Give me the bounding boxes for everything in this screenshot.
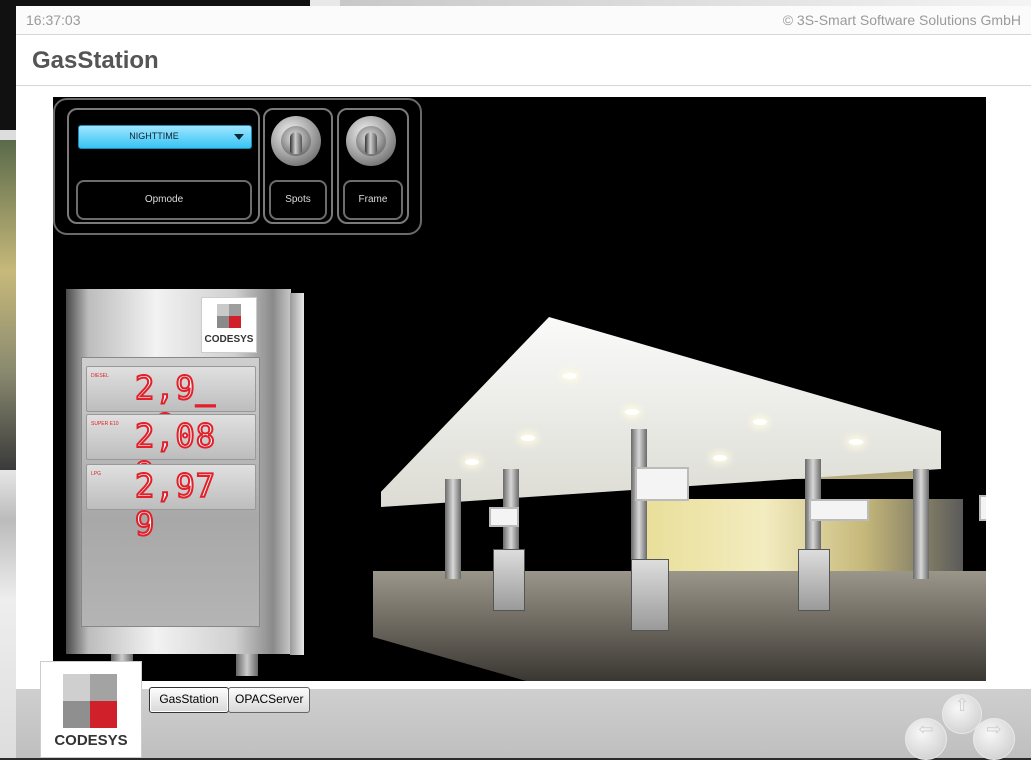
copyright-text: © 3S-Smart Software Solutions GmbH xyxy=(782,12,1021,28)
fuel-pump xyxy=(631,559,669,631)
canopy-light xyxy=(625,409,639,415)
page-title: GasStation xyxy=(32,47,159,74)
fuel-pump xyxy=(798,549,830,611)
scroll-left-button[interactable]: ⇦ xyxy=(905,718,947,760)
price-panel: DIESEL 2,9_ _8 SUPER E10 2,08 9 LPG 2,97… xyxy=(81,357,260,627)
toggle-lever-icon xyxy=(290,132,302,154)
price-sign-side xyxy=(290,293,304,655)
frame-toggle-switch[interactable] xyxy=(346,116,396,166)
sign-leg xyxy=(236,654,258,676)
fuel-name: DIESEL xyxy=(91,373,109,379)
title-bar: GasStation xyxy=(16,35,1031,86)
canopy-light xyxy=(753,419,767,425)
chevron-down-icon xyxy=(234,134,244,140)
pump-sign xyxy=(979,495,986,521)
canopy-light xyxy=(521,435,535,441)
background-window-image xyxy=(0,140,16,470)
frame-group: Frame xyxy=(337,108,409,224)
status-bar: 16:37:03 © 3S-Smart Software Solutions G… xyxy=(16,6,1031,35)
codesys-logo-text: CODESYS xyxy=(54,732,128,749)
canopy-pillar xyxy=(913,469,929,579)
opmode-selected-value: NIGHTTIME xyxy=(129,131,179,141)
arrow-right-icon: ⇨ xyxy=(986,719,1002,739)
spots-toggle-switch[interactable] xyxy=(271,116,321,166)
codesys-cube-icon xyxy=(63,674,117,728)
canopy-pillar xyxy=(445,479,461,579)
opmode-label: Opmode xyxy=(76,180,252,220)
fuel-name: SUPER E10 xyxy=(91,421,119,427)
price-row: DIESEL 2,9_ _8 xyxy=(86,366,256,446)
control-panel: NIGHTTIME Opmode Spots Frame xyxy=(53,98,422,235)
sign-logo: CODESYS xyxy=(201,297,257,353)
canopy-light xyxy=(713,455,727,461)
canopy-light xyxy=(563,373,577,379)
toggle-lever-icon xyxy=(365,132,377,154)
gas-station-visualization: NIGHTTIME Opmode Spots Frame CODESYS DIE… xyxy=(53,97,986,681)
codesys-logo: CODESYS xyxy=(40,661,142,758)
pump-sign xyxy=(809,499,869,521)
gas-station-image xyxy=(373,309,986,681)
scroll-right-button[interactable]: ⇨ xyxy=(973,718,1015,760)
arrow-left-icon: ⇦ xyxy=(918,719,934,739)
canopy-light xyxy=(849,439,863,445)
price-sign: CODESYS DIESEL 2,9_ _8 SUPER E10 2,08 9 … xyxy=(66,289,304,655)
spots-group: Spots xyxy=(263,108,333,224)
canopy-light xyxy=(465,459,479,465)
frame-label: Frame xyxy=(343,180,403,220)
opmode-group: NIGHTTIME Opmode xyxy=(67,108,260,224)
price-row: LPG 2,97 9 xyxy=(86,464,256,544)
sign-logo-text: CODESYS xyxy=(204,334,254,345)
pump-sign xyxy=(489,507,519,527)
fuel-pump xyxy=(493,549,525,611)
visualization-window: 16:37:03 © 3S-Smart Software Solutions G… xyxy=(16,6,1031,760)
spots-label: Spots xyxy=(269,180,327,220)
codesys-cube-icon xyxy=(217,304,241,328)
clock: 16:37:03 xyxy=(26,12,81,28)
fuel-name: LPG xyxy=(91,471,102,477)
forecourt-ground xyxy=(373,571,986,681)
nav-button-gasstation[interactable]: GasStation xyxy=(149,687,229,713)
nav-button-opacserver[interactable]: OPACServer xyxy=(228,687,310,713)
price-value: 2,97 9 xyxy=(134,466,217,544)
opmode-dropdown[interactable]: NIGHTTIME xyxy=(78,125,252,149)
price-row: SUPER E10 2,08 9 xyxy=(86,414,256,494)
pump-sign xyxy=(635,467,689,501)
